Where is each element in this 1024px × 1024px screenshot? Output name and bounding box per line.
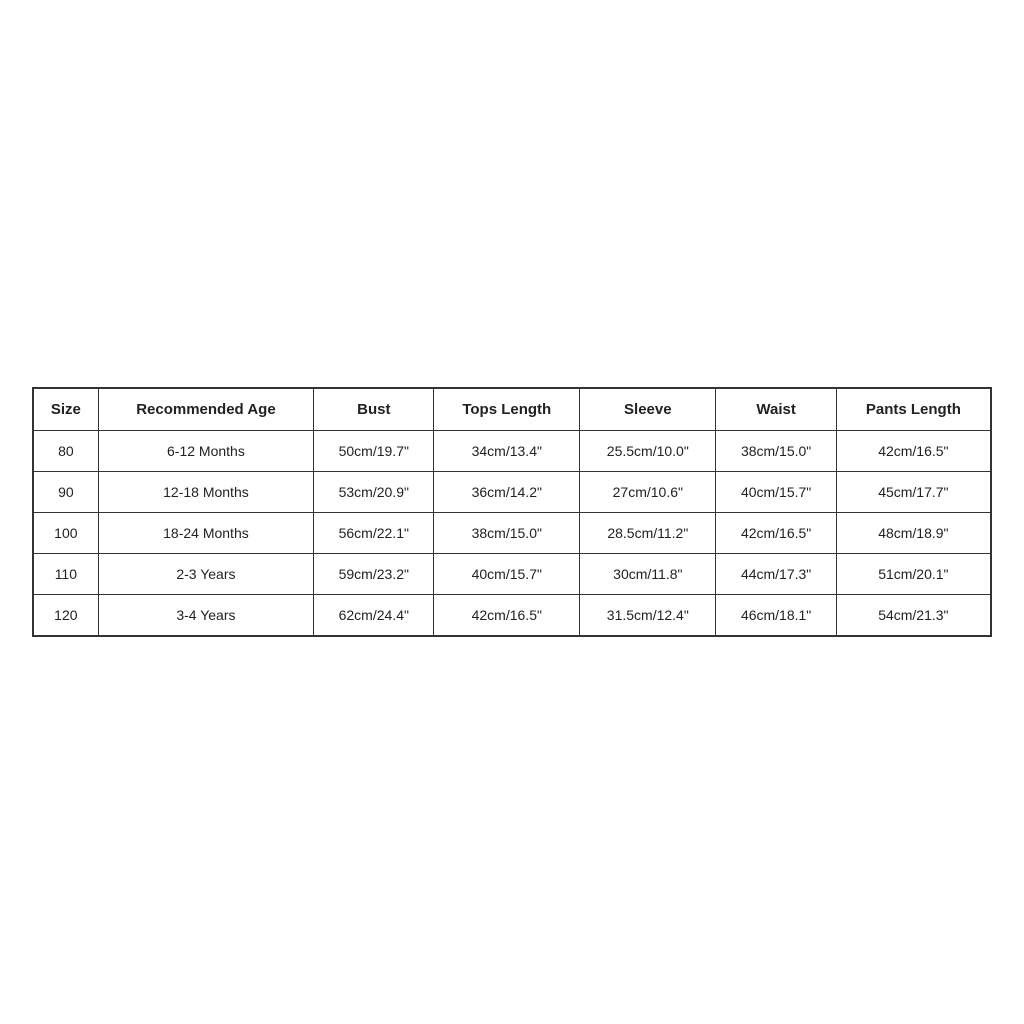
cell-pants-length: 45cm/17.7" <box>836 472 990 513</box>
table-row: 1102-3 Years59cm/23.2"40cm/15.7"30cm/11.… <box>34 554 991 595</box>
header-pants-length: Pants Length <box>836 389 990 431</box>
cell-size: 90 <box>34 472 99 513</box>
cell-bust: 53cm/20.9" <box>314 472 434 513</box>
header-recommended-age: Recommended Age <box>98 389 313 431</box>
cell-age: 2-3 Years <box>98 554 313 595</box>
header-sleeve: Sleeve <box>580 389 716 431</box>
cell-pants-length: 54cm/21.3" <box>836 595 990 636</box>
cell-size: 80 <box>34 431 99 472</box>
cell-bust: 59cm/23.2" <box>314 554 434 595</box>
cell-tops-length: 34cm/13.4" <box>434 431 580 472</box>
cell-bust: 56cm/22.1" <box>314 513 434 554</box>
table-header-row: Size Recommended Age Bust Tops Length Sl… <box>34 389 991 431</box>
table-row: 806-12 Months50cm/19.7"34cm/13.4"25.5cm/… <box>34 431 991 472</box>
cell-pants-length: 51cm/20.1" <box>836 554 990 595</box>
cell-sleeve: 28.5cm/11.2" <box>580 513 716 554</box>
cell-sleeve: 25.5cm/10.0" <box>580 431 716 472</box>
cell-size: 120 <box>34 595 99 636</box>
cell-age: 3-4 Years <box>98 595 313 636</box>
cell-age: 12-18 Months <box>98 472 313 513</box>
cell-waist: 42cm/16.5" <box>716 513 836 554</box>
cell-tops-length: 42cm/16.5" <box>434 595 580 636</box>
cell-waist: 38cm/15.0" <box>716 431 836 472</box>
cell-sleeve: 31.5cm/12.4" <box>580 595 716 636</box>
header-tops-length: Tops Length <box>434 389 580 431</box>
cell-tops-length: 38cm/15.0" <box>434 513 580 554</box>
cell-bust: 62cm/24.4" <box>314 595 434 636</box>
header-bust: Bust <box>314 389 434 431</box>
cell-size: 110 <box>34 554 99 595</box>
cell-age: 18-24 Months <box>98 513 313 554</box>
table-row: 1203-4 Years62cm/24.4"42cm/16.5"31.5cm/1… <box>34 595 991 636</box>
cell-size: 100 <box>34 513 99 554</box>
cell-waist: 44cm/17.3" <box>716 554 836 595</box>
cell-pants-length: 48cm/18.9" <box>836 513 990 554</box>
cell-pants-length: 42cm/16.5" <box>836 431 990 472</box>
header-waist: Waist <box>716 389 836 431</box>
header-size: Size <box>34 389 99 431</box>
cell-sleeve: 27cm/10.6" <box>580 472 716 513</box>
table-row: 9012-18 Months53cm/20.9"36cm/14.2"27cm/1… <box>34 472 991 513</box>
cell-sleeve: 30cm/11.8" <box>580 554 716 595</box>
size-chart-container: Size Recommended Age Bust Tops Length Sl… <box>32 387 992 637</box>
cell-waist: 40cm/15.7" <box>716 472 836 513</box>
cell-tops-length: 40cm/15.7" <box>434 554 580 595</box>
cell-age: 6-12 Months <box>98 431 313 472</box>
table-row: 10018-24 Months56cm/22.1"38cm/15.0"28.5c… <box>34 513 991 554</box>
cell-bust: 50cm/19.7" <box>314 431 434 472</box>
cell-waist: 46cm/18.1" <box>716 595 836 636</box>
size-chart-table: Size Recommended Age Bust Tops Length Sl… <box>33 388 991 636</box>
cell-tops-length: 36cm/14.2" <box>434 472 580 513</box>
